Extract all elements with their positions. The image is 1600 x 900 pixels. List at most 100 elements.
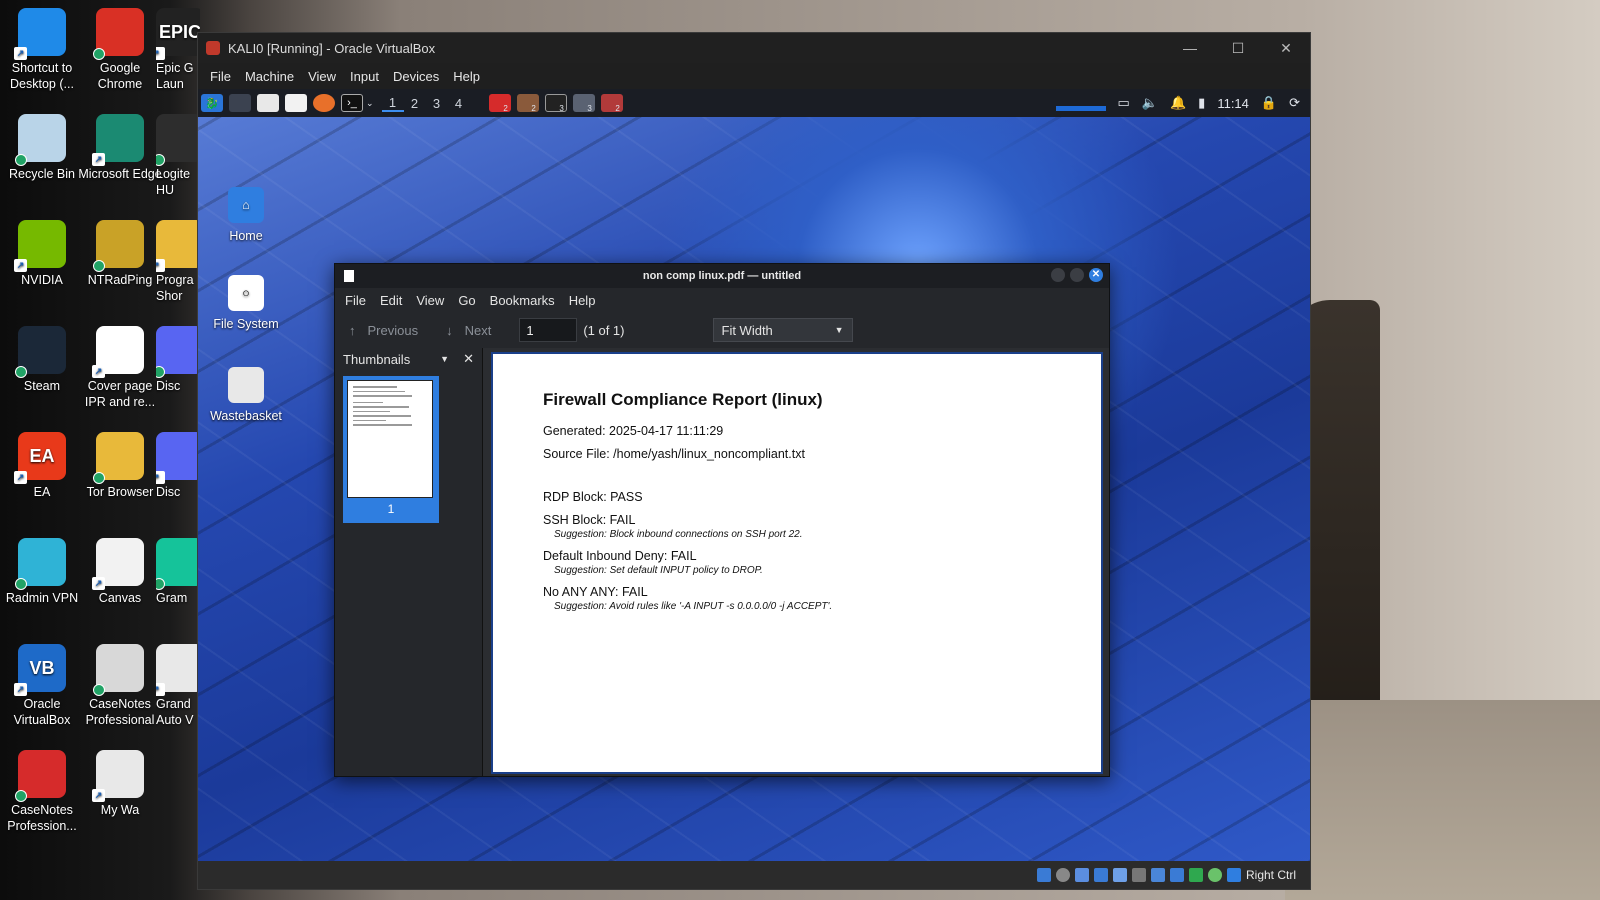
workspace-3[interactable]: 3 — [426, 96, 448, 111]
app-task-icon[interactable]: 2 — [600, 94, 623, 113]
desktop-shortcut[interactable]: Logite HU — [156, 114, 200, 198]
desktop-shortcut[interactable]: ↗ NVIDIA — [0, 220, 84, 288]
menu-machine[interactable]: Machine — [245, 69, 294, 84]
desktop-shortcut[interactable]: Gram — [156, 538, 200, 606]
desktop-shortcut[interactable]: ↗ Cover page IPR and re... — [78, 326, 162, 410]
menu-input[interactable]: Input — [350, 69, 379, 84]
cpu-status-icon[interactable] — [1188, 868, 1203, 882]
desktop-shortcut[interactable]: NTRadPing — [78, 220, 162, 288]
shared-folder-icon[interactable] — [1131, 868, 1146, 882]
desktop-shortcut-label: My Wa — [100, 803, 140, 817]
desktop-shortcut[interactable]: CaseNotes Professional — [78, 644, 162, 728]
terminal-icon[interactable]: ›_ — [341, 94, 363, 112]
desktop-icon-home[interactable]: ⌂ Home — [206, 187, 286, 243]
kali-guest-screen[interactable]: 🐉 ›_ ⌄ 1 2 3 4 2 2 3 3 2 ▭ 🔈 🔔 ▮ 11:14 🔒… — [198, 89, 1310, 863]
casenotes-icon — [93, 644, 144, 696]
display-status-icon[interactable] — [1150, 868, 1165, 882]
usb-status-icon[interactable] — [1112, 868, 1127, 882]
desktop-shortcut[interactable]: Google Chrome — [78, 8, 162, 92]
document-viewer[interactable]: Firewall Compliance Report (linux) Gener… — [483, 348, 1109, 776]
desktop-shortcut[interactable]: Radmin VPN — [0, 538, 84, 606]
pdf-task-icon[interactable]: 2 — [488, 94, 511, 113]
desktop-shortcut[interactable]: Tor Browser — [78, 432, 162, 500]
workspace-4[interactable]: 4 — [448, 96, 470, 111]
recording-status-icon[interactable] — [1169, 868, 1184, 882]
notifications-icon[interactable]: 🔔 — [1170, 95, 1186, 111]
desktop-shortcut[interactable]: ↗ Shortcut to Desktop (... — [0, 8, 84, 92]
desktop-shortcut[interactable]: ↗ My Wa — [78, 750, 162, 818]
pdf-toolbar: ↑ Previous ↓ Next (1 of 1) Fit Width ▼ — [335, 312, 1109, 348]
volume-icon[interactable]: 🔈 — [1142, 95, 1158, 111]
mouse-integration-icon[interactable] — [1207, 868, 1222, 882]
terminal-task-icon[interactable]: 3 — [544, 94, 567, 113]
next-button[interactable]: ↓ Next — [446, 323, 491, 338]
firefox-icon[interactable] — [313, 94, 335, 112]
lock-icon[interactable]: 🔒 — [1261, 95, 1277, 111]
close-button[interactable]: ✕ — [1262, 40, 1310, 57]
desktop-shortcut-label: NTRadPing — [87, 273, 153, 287]
minimize-button[interactable] — [1051, 268, 1065, 282]
close-button[interactable]: ✕ — [1089, 268, 1103, 282]
menu-view[interactable]: View — [308, 69, 336, 84]
desktop-icon-file-system[interactable]: ○ File System — [206, 275, 286, 331]
battery-icon[interactable]: ▮ — [1198, 95, 1205, 111]
menu-edit[interactable]: Edit — [380, 293, 402, 308]
page-thumbnail[interactable]: 1 — [343, 376, 439, 523]
pdf-titlebar[interactable]: non comp linux.pdf — untitled ✕ — [335, 264, 1109, 288]
desktop-shortcut[interactable]: ↗ Canvas — [78, 538, 162, 606]
desktop-shortcut[interactable]: VB ↗ Oracle VirtualBox — [0, 644, 84, 728]
menu-help[interactable]: Help — [453, 69, 480, 84]
desktop-shortcut-label: Cover page IPR and re... — [84, 379, 156, 409]
file-manager-icon[interactable] — [257, 94, 279, 112]
clock[interactable]: 11:14 — [1217, 96, 1249, 111]
network-status-icon[interactable] — [1093, 868, 1108, 882]
zoom-select[interactable]: Fit Width ▼ — [712, 318, 853, 342]
thumbnail-page-number: 1 — [387, 502, 395, 516]
show-desktop-icon[interactable] — [229, 94, 251, 112]
desktop-shortcut[interactable]: EPIC↗Epic G Laun — [156, 8, 200, 92]
desktop-shortcut[interactable]: ↗Grand Auto V — [156, 644, 200, 728]
folder-task-icon[interactable]: 3 — [572, 94, 595, 113]
maximize-button[interactable]: ☐ — [1214, 40, 1262, 57]
workspace-1[interactable]: 1 — [381, 95, 404, 112]
minimize-button[interactable]: — — [1166, 40, 1214, 57]
desktop-shortcut-label: Steam — [23, 379, 61, 393]
menu-bookmarks[interactable]: Bookmarks — [490, 293, 555, 308]
display-icon[interactable]: ▭ — [1118, 95, 1130, 111]
pdf-page: Firewall Compliance Report (linux) Gener… — [491, 352, 1103, 774]
desktop-shortcut[interactable]: ↗Progra Shor — [156, 220, 200, 304]
menu-go[interactable]: Go — [458, 293, 475, 308]
page-number-input[interactable] — [519, 318, 578, 342]
kali-menu-icon[interactable]: 🐉 — [201, 94, 223, 112]
desktop-shortcut[interactable]: Steam — [0, 326, 84, 394]
keyboard-capture-icon[interactable] — [1226, 868, 1241, 882]
menu-help[interactable]: Help — [569, 293, 596, 308]
hard-disk-status-icon[interactable] — [1036, 868, 1051, 882]
terminal-dropdown-icon[interactable]: ⌄ — [366, 98, 374, 109]
arrow-down-icon: ↓ — [446, 322, 453, 338]
sidebar-close-icon[interactable]: ✕ — [463, 351, 474, 367]
desktop-shortcut[interactable]: ↗ Microsoft Edge — [78, 114, 162, 182]
menu-devices[interactable]: Devices — [393, 69, 439, 84]
menu-view[interactable]: View — [416, 293, 444, 308]
desktop-shortcut-label: Disc — [156, 485, 181, 499]
desktop-shortcut[interactable]: Disc — [156, 326, 200, 394]
audio-status-icon[interactable] — [1074, 868, 1089, 882]
previous-button[interactable]: ↑ Previous — [349, 323, 418, 338]
menu-file[interactable]: File — [210, 69, 231, 84]
desktop-shortcut[interactable]: CaseNotes Profession... — [0, 750, 84, 834]
menu-file[interactable]: File — [345, 293, 366, 308]
desktop-shortcut[interactable]: Recycle Bin — [0, 114, 84, 182]
workspace-2[interactable]: 2 — [404, 96, 426, 111]
firefox-task-icon[interactable]: 2 — [516, 94, 539, 113]
cpu-graph — [1055, 95, 1106, 111]
desktop-shortcut[interactable]: ↗Disc — [156, 432, 200, 500]
optical-drive-icon[interactable] — [1055, 868, 1070, 882]
power-icon[interactable]: ⟳ — [1289, 95, 1300, 111]
pdf-file-icon — [15, 750, 66, 802]
maximize-button[interactable] — [1070, 268, 1084, 282]
desktop-icon-wastebasket[interactable]: Wastebasket — [206, 367, 286, 423]
desktop-shortcut[interactable]: EA ↗ EA — [0, 432, 84, 500]
text-editor-icon[interactable] — [285, 94, 307, 112]
sidebar-dropdown-icon[interactable]: ▼ — [440, 354, 449, 364]
